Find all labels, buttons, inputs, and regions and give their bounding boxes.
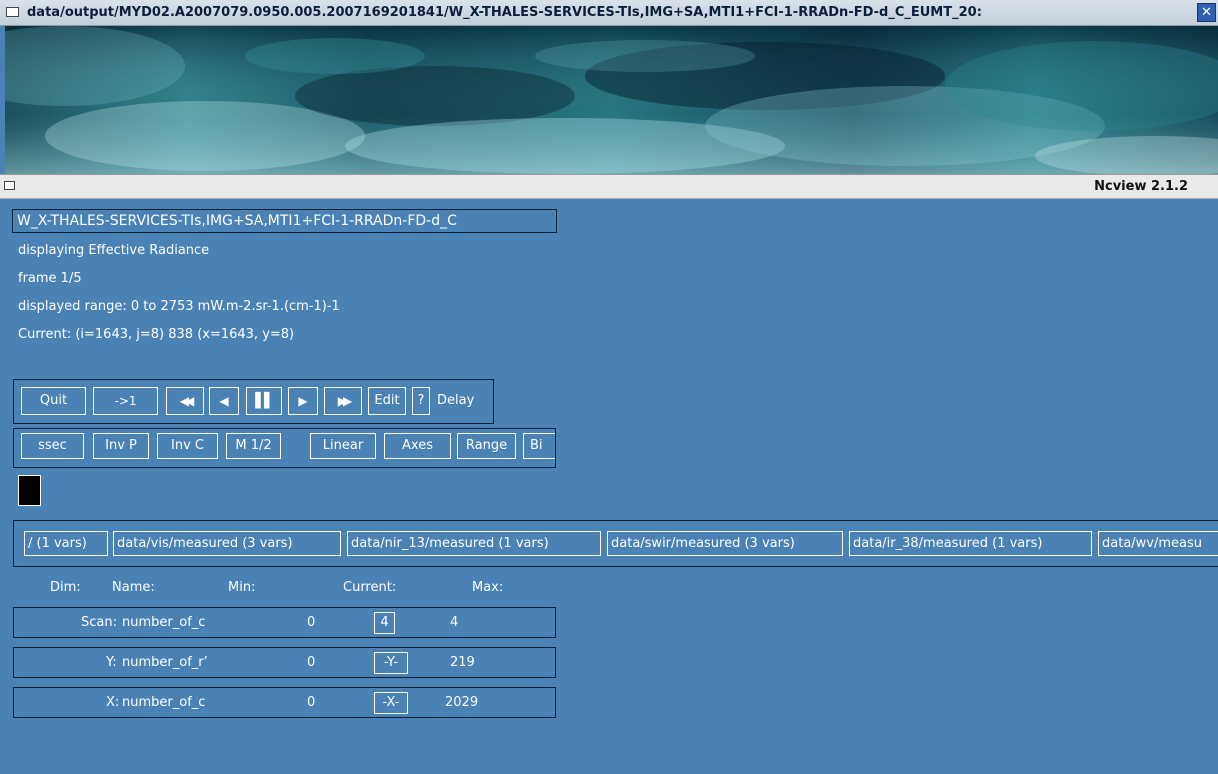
- app-title: Ncview 2.1.2: [1094, 179, 1188, 194]
- ncview-titlebar[interactable]: Ncview 2.1.2: [0, 174, 1218, 199]
- delay-label[interactable]: Delay: [437, 393, 474, 408]
- help-button[interactable]: ?: [412, 387, 430, 415]
- dim-current[interactable]: 4: [374, 612, 395, 634]
- dim-row-y: Y: number_of_r’ 0 -Y- 219: [13, 647, 556, 678]
- displaying-variable: displaying Effective Radiance: [18, 243, 210, 258]
- dim-current[interactable]: -Y-: [374, 652, 408, 674]
- dim-max: 4: [450, 615, 459, 630]
- range-button[interactable]: Range: [457, 433, 516, 459]
- transform-button[interactable]: Linear: [310, 433, 376, 459]
- frame-indicator: frame 1/5: [18, 271, 82, 286]
- dim-row-scan: Scan: number_of_c 0 4 4: [13, 607, 556, 638]
- playback-toolbar: Quit ->1 ◀◀ ◀ ▌▌ ▶ ▶▶ Edit ? Delay: [13, 379, 494, 424]
- invert-colormap-button[interactable]: Inv C: [157, 433, 218, 459]
- window-menu-icon[interactable]: [6, 7, 19, 17]
- dims-header-max: Max:: [472, 580, 504, 595]
- displayed-range: displayed range: 0 to 2753 mW.m-2.sr-1.(…: [18, 299, 340, 314]
- edit-button[interactable]: Edit: [368, 387, 406, 415]
- dim-max: 2029: [445, 695, 479, 710]
- dim-label: Scan:: [81, 615, 117, 630]
- axes-button[interactable]: Axes: [384, 433, 451, 459]
- pause-button[interactable]: ▌▌: [246, 387, 282, 415]
- goto-first-button[interactable]: ->1: [93, 387, 158, 415]
- step-forward-button[interactable]: ▶: [288, 387, 318, 415]
- close-icon[interactable]: ✕: [1197, 3, 1216, 22]
- var-group-nir13[interactable]: data/nir_13/measured (1 vars): [347, 531, 601, 556]
- step-back-button[interactable]: ◀: [209, 387, 239, 415]
- fast-forward-button[interactable]: ▶▶: [324, 387, 362, 415]
- dim-max: 219: [450, 655, 475, 670]
- magnification-button[interactable]: M 1/2: [226, 433, 281, 459]
- dim-label: X:: [106, 695, 120, 710]
- dim-name[interactable]: number_of_c: [122, 615, 205, 630]
- var-group-ir38[interactable]: data/ir_38/measured (1 vars): [849, 531, 1092, 556]
- rewind-button[interactable]: ◀◀: [166, 387, 204, 415]
- dim-name[interactable]: number_of_r’: [122, 655, 220, 670]
- file-name-box: W_X-THALES-SERVICES-TIs,IMG+SA,MTI1+FCI-…: [12, 209, 557, 233]
- file-name: W_X-THALES-SERVICES-TIs,IMG+SA,MTI1+FCI-…: [17, 213, 457, 229]
- window-menu-icon[interactable]: [4, 181, 15, 190]
- colormap-button[interactable]: ssec: [21, 433, 84, 459]
- display-toolbar: ssec Inv P Inv C M 1/2 Linear Axes Range…: [13, 428, 556, 468]
- dim-min: 0: [307, 695, 316, 710]
- dims-header-current: Current:: [343, 580, 397, 595]
- dims-header-name: Name:: [112, 580, 155, 595]
- data-image-view[interactable]: [5, 26, 1218, 174]
- var-group-root[interactable]: / (1 vars): [24, 531, 108, 556]
- image-window-title: data/output/MYD02.A2007079.0950.005.2007…: [27, 5, 982, 20]
- colorbar-swatch[interactable]: [18, 475, 41, 506]
- dim-label: Y:: [106, 655, 117, 670]
- image-window-titlebar[interactable]: data/output/MYD02.A2007079.0950.005.2007…: [0, 0, 1218, 26]
- current-value: Current: (i=1643, j=8) 838 (x=1643, y=8): [18, 327, 295, 342]
- var-group-vis[interactable]: data/vis/measured (3 vars): [113, 531, 341, 556]
- var-group-wv[interactable]: data/wv/measu: [1098, 531, 1218, 556]
- dim-min: 0: [307, 655, 316, 670]
- invert-physical-button[interactable]: Inv P: [93, 433, 149, 459]
- dim-min: 0: [307, 615, 316, 630]
- dim-current[interactable]: -X-: [374, 692, 408, 714]
- dims-header-dim: Dim:: [50, 580, 81, 595]
- blowup-button[interactable]: Bi: [523, 433, 555, 459]
- quit-button[interactable]: Quit: [21, 387, 86, 415]
- dim-row-x: X: number_of_c 0 -X- 2029: [13, 687, 556, 718]
- dims-header-min: Min:: [228, 580, 256, 595]
- variable-group-bar: / (1 vars) data/vis/measured (3 vars) da…: [13, 520, 1218, 567]
- dim-name[interactable]: number_of_c: [122, 695, 205, 710]
- var-group-swir[interactable]: data/swir/measured (3 vars): [607, 531, 843, 556]
